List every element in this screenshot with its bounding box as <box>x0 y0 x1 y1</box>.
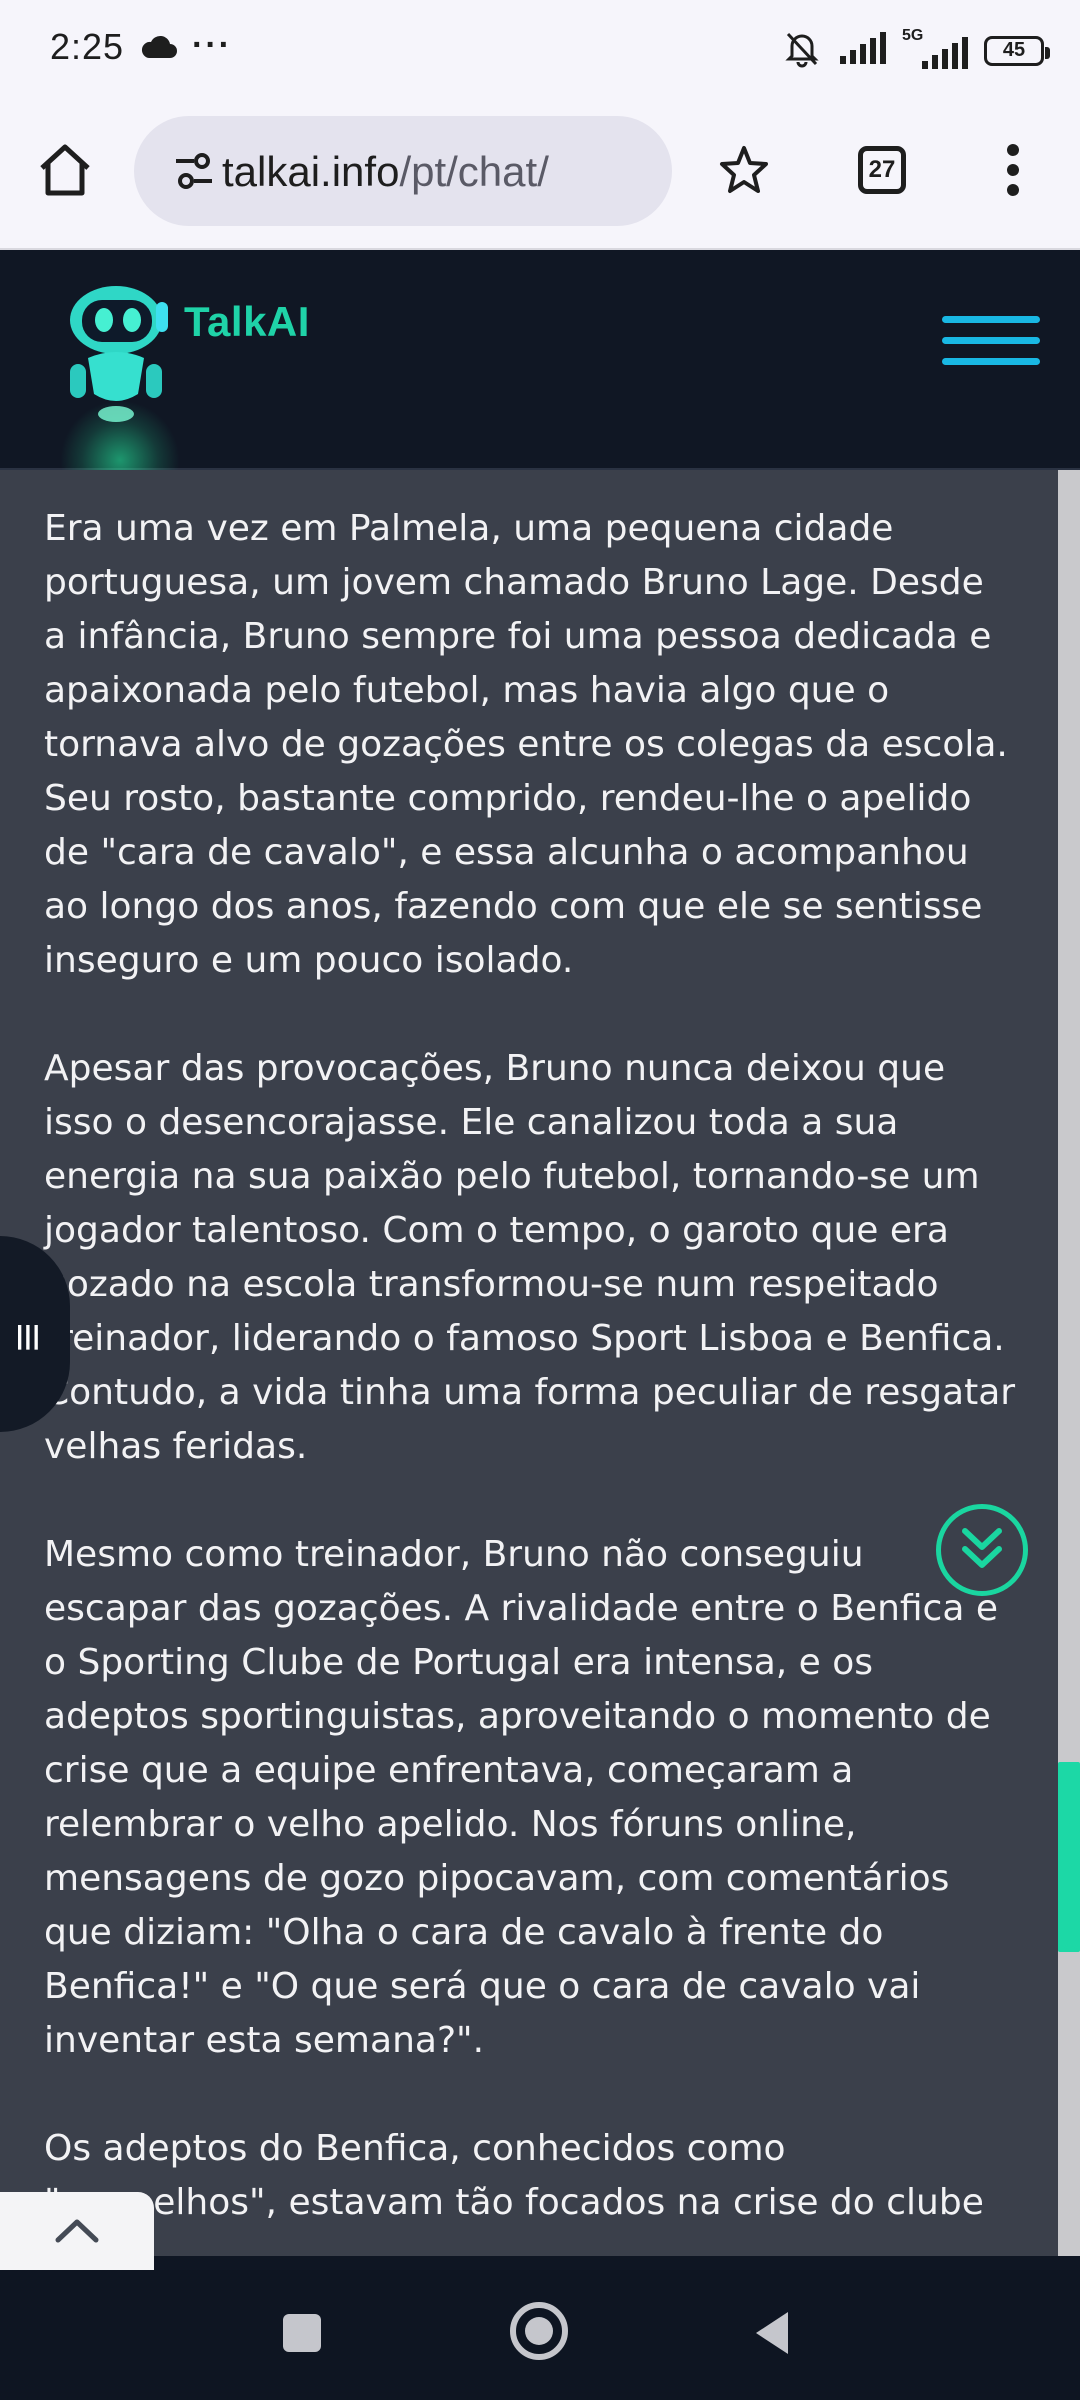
url-path: /pt/chat/ <box>399 148 549 195</box>
menu-bar <box>942 316 1040 323</box>
signal-icon <box>838 32 886 69</box>
more-vert-icon[interactable] <box>1000 142 1026 203</box>
double-chevron-down-icon <box>959 1523 1005 1578</box>
status-time: 2:25 <box>50 26 125 67</box>
site-header: TalkAI <box>0 250 1080 520</box>
tab-switcher-button[interactable]: 27 <box>858 146 906 194</box>
scrollbar-thumb[interactable] <box>1058 1762 1080 1952</box>
system-nav-bar <box>0 2270 1080 2400</box>
status-overflow: ··· <box>192 26 232 64</box>
home-icon[interactable] <box>36 142 94 203</box>
site-settings-icon[interactable] <box>174 151 214 196</box>
story-text: Era uma vez em Palmela, uma pequena cida… <box>0 470 1058 2230</box>
story-paragraph: Era uma vez em Palmela, uma pequena cida… <box>44 508 1008 981</box>
brand-name[interactable]: TalkAI <box>184 298 310 346</box>
menu-bar <box>942 358 1040 365</box>
story-paragraph: Apesar das provocações, Bruno nunca deix… <box>44 1048 1016 1467</box>
handle-bars-icon: ||| <box>16 1320 41 1350</box>
5g-signal-icon: 5G <box>902 27 968 69</box>
cloud-icon <box>140 34 178 65</box>
url-domain: talkai.info <box>222 148 400 195</box>
collapse-button[interactable] <box>0 2192 154 2272</box>
chat-response-panel[interactable]: Era uma vez em Palmela, uma pequena cida… <box>0 470 1058 2256</box>
browser-toolbar: talkai.info/pt/chat/ 27 <box>0 100 1080 250</box>
story-paragraph: Mesmo como treinador, Bruno não consegui… <box>44 1534 998 2061</box>
mute-bell-icon <box>782 28 822 73</box>
robot-logo-icon[interactable] <box>68 276 178 431</box>
back-button[interactable] <box>752 2310 792 2361</box>
status-icons: 5G 45 <box>782 27 1050 73</box>
battery-icon: 45 <box>984 35 1050 66</box>
chevron-up-icon <box>54 2216 100 2249</box>
menu-bar <box>942 337 1040 344</box>
scroll-down-button[interactable] <box>936 1504 1028 1596</box>
star-icon[interactable] <box>718 144 770 201</box>
url-text[interactable]: talkai.info/pt/chat/ <box>222 148 549 196</box>
scrollbar-track[interactable] <box>1058 470 1080 2256</box>
story-paragraph: Os adeptos do Benfica, conhecidos como "… <box>44 2128 984 2223</box>
recents-button[interactable] <box>283 2314 321 2352</box>
home-button[interactable] <box>510 2302 568 2360</box>
menu-icon[interactable] <box>942 316 1040 365</box>
status-bar: 2:25 ··· 5G 45 <box>0 0 1080 100</box>
address-bar[interactable]: talkai.info/pt/chat/ <box>134 116 672 226</box>
